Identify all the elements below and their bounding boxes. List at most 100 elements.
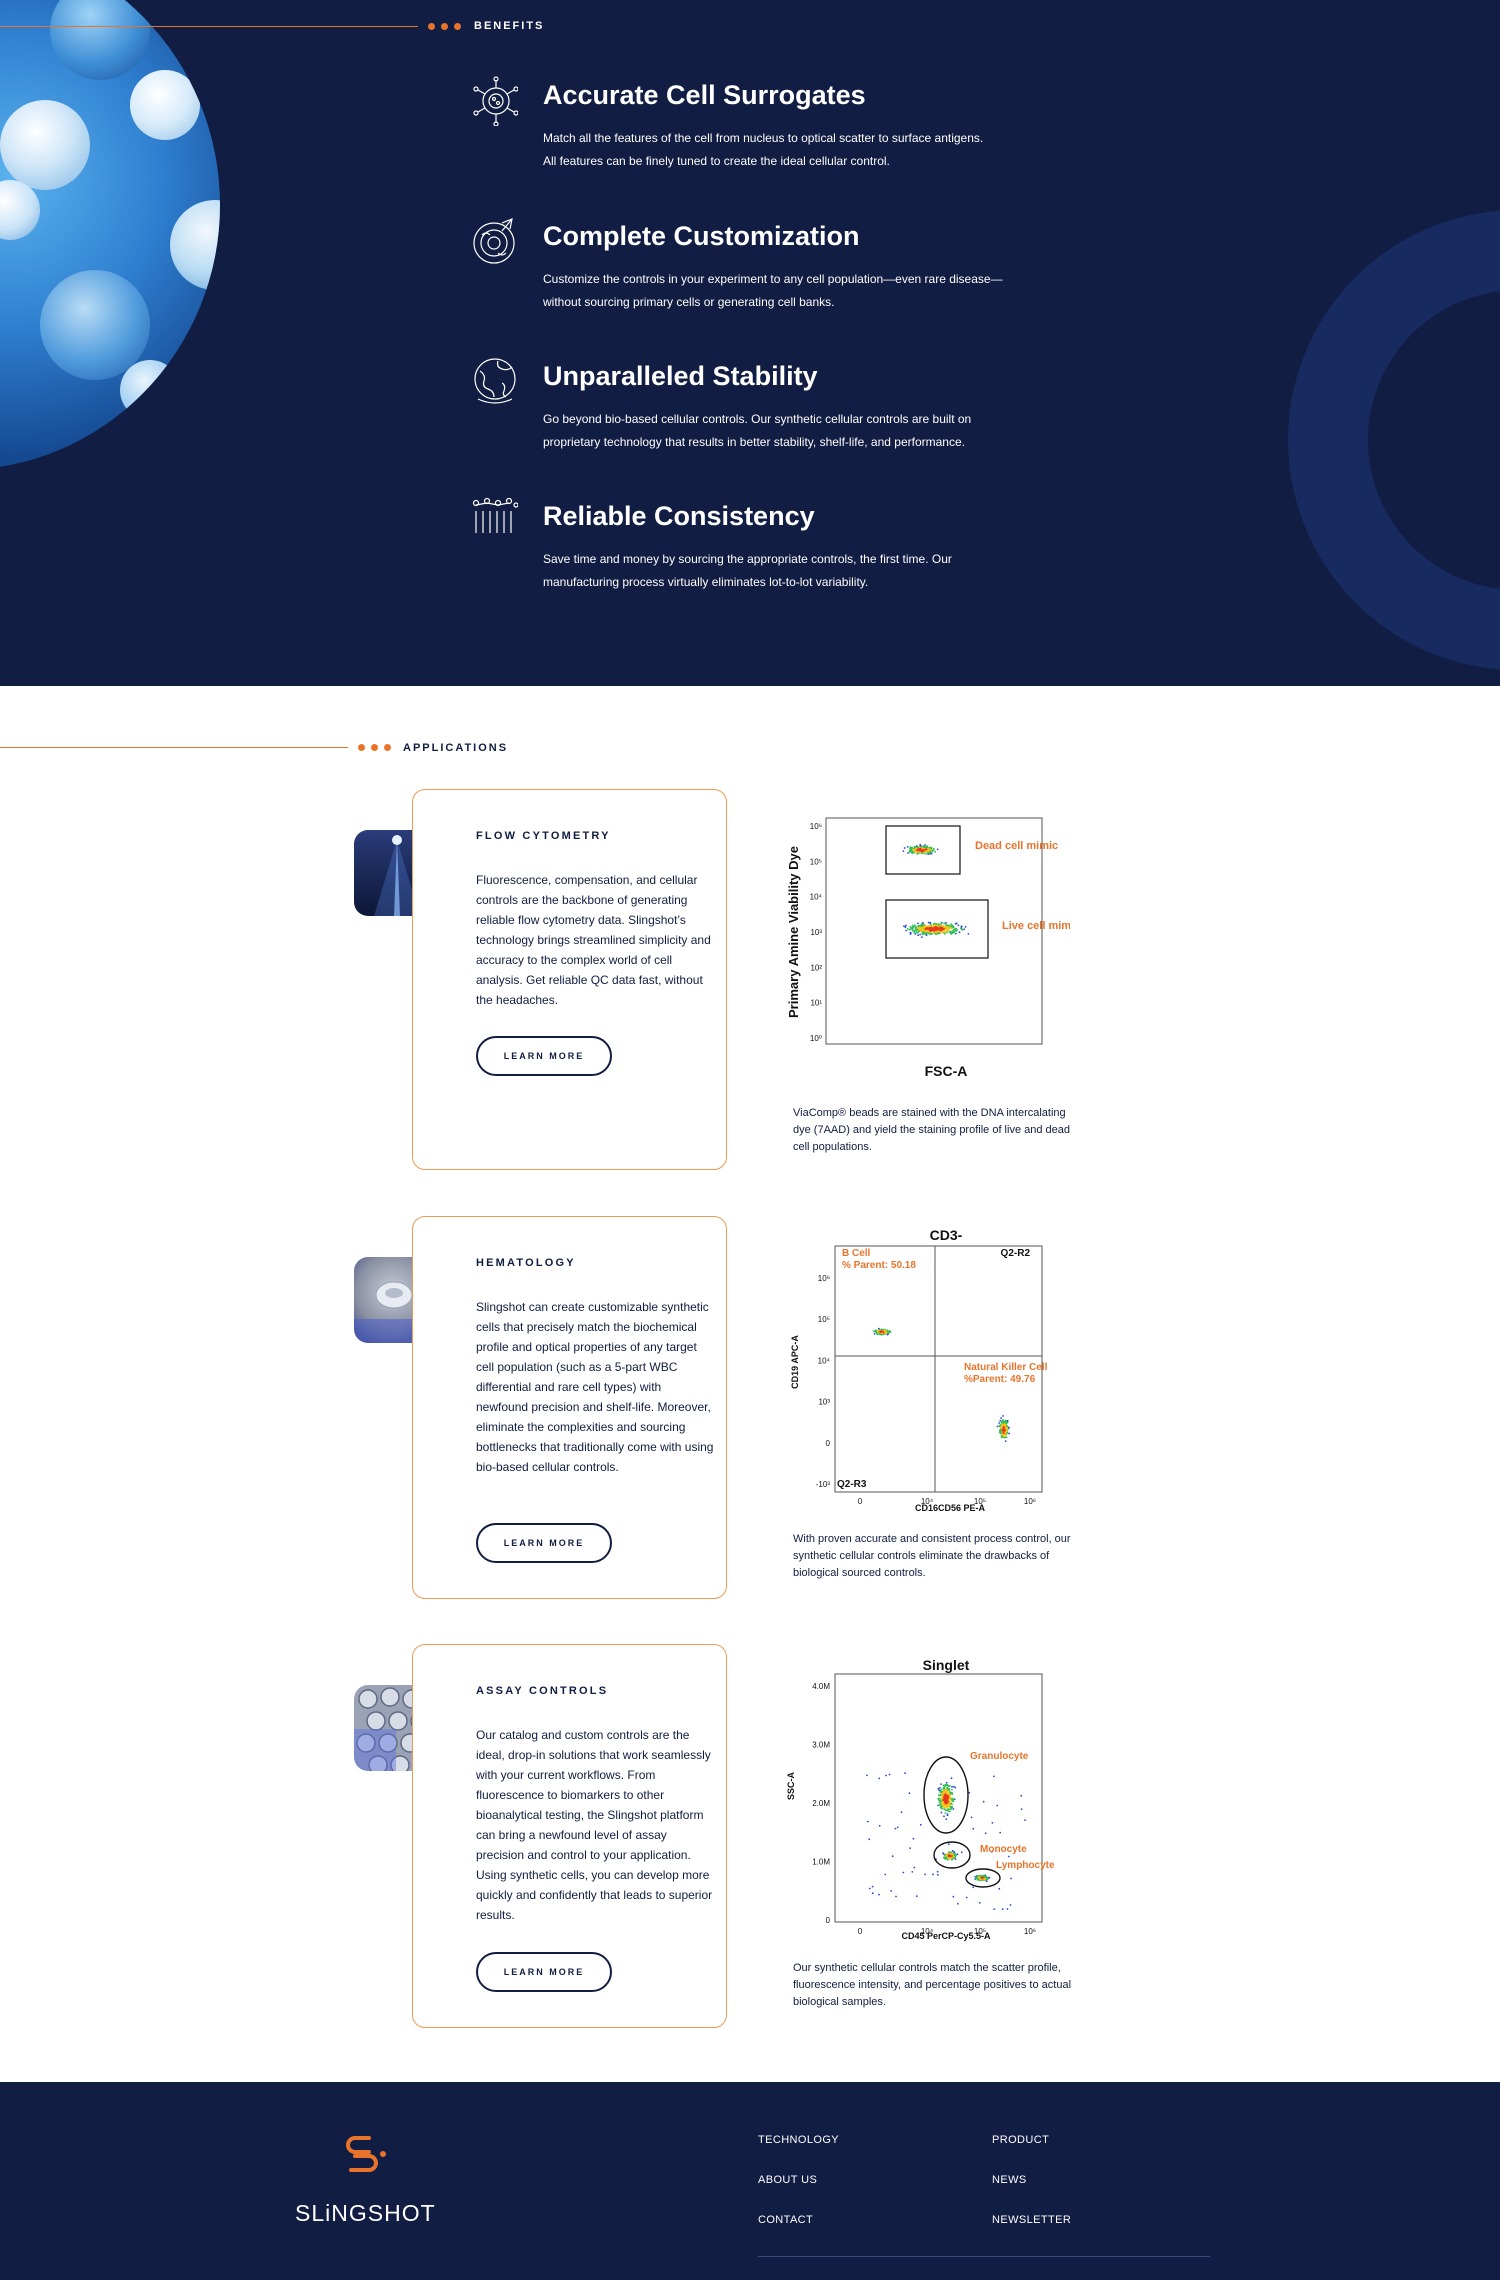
live-cell-event-dot [943,922,945,925]
granulocyte-event-dot [948,1799,951,1802]
learn-more-button[interactable]: LEARN MORE [476,1952,612,1992]
granulocyte-event-dot [940,1788,943,1790]
debris-event-dot [919,1824,922,1826]
dead-cell-event-dot [903,847,906,849]
granulocyte-event-dot [953,1797,955,1800]
granulocyte-event-dot [943,1815,945,1818]
granulocyte-event-dot [947,1803,950,1806]
monocyte-event-dot [951,1853,953,1856]
live-cell-event-dot [928,931,931,934]
dead-cell-event-dot [919,848,921,851]
live-cell-event-dot [928,929,931,932]
live-cell-event-dot [964,926,967,928]
y-axis-label: CD19 APC-A [790,1335,800,1389]
live-cell-event-dot [905,929,907,932]
debris-event-dot [972,1886,975,1889]
debris-event-dot [1010,1877,1012,1880]
live-cell-event-dot [952,926,955,928]
live-cell-event-dot [914,927,917,929]
nk-cell-event-dot [1000,1435,1003,1438]
card-description: Slingshot can create customizable synthe… [476,1300,714,1474]
lymphocyte-event-dot [988,1876,991,1879]
lymphocyte-event-dot [981,1875,984,1878]
live-cell-event-dot [905,924,907,927]
granulocyte-event-dot [940,1783,942,1785]
live-cell-event-dot [942,931,945,933]
live-cell-event-dot [945,921,947,924]
b-cell-event-dot [877,1331,880,1334]
live-cell-event-dot [954,922,957,925]
dead-cell-event-dot [930,849,933,851]
granulocyte-event-dot [940,1811,943,1814]
debris-event-dot [937,1873,939,1876]
debris-event-dot [1020,1808,1023,1810]
footer-link-product[interactable]: PRODUCT [992,2134,1049,2146]
live-cell-event-dot [938,924,940,926]
granulocyte-event-dot [943,1806,946,1809]
dead-cell-event-dot [914,848,917,851]
granulocyte-event-dot [944,1812,947,1815]
nk-cell-event-dot [1000,1426,1003,1429]
granulocyte-event-dot [940,1792,943,1795]
learn-more-button[interactable]: LEARN MORE [476,1036,612,1076]
granulocyte-event-dot [945,1818,948,1820]
card-description: Our catalog and custom controls are the … [476,1728,713,1922]
nk-cell-event-dot [1004,1422,1007,1424]
live-cell-event-dot [924,927,927,930]
granulocyte-event-dot [947,1793,949,1795]
granulocyte-event-dot [948,1787,950,1790]
debris-event-dot [998,1887,1001,1890]
benefit-description: Customize the controls in your experimen… [543,272,1003,309]
nk-cell-event-dot [999,1419,1002,1422]
dead-cell-event-dot [911,848,914,851]
granulocyte-event-dot [947,1809,949,1812]
nk-cell-event-dot [1008,1426,1010,1429]
y-tick-label: 2.0M [812,1799,830,1808]
live-cell-event-dot [935,923,938,925]
live-cell-event-dot [913,931,915,933]
footer-link-newsletter[interactable]: NEWSLETTER [992,2214,1071,2226]
nk-cell-event-dot [998,1422,1000,1424]
debris-event-dot [894,1827,897,1830]
granulocyte-event-dot [947,1808,949,1810]
footer-link-technology[interactable]: TECHNOLOGY [758,2134,839,2146]
live-cell-event-dot [911,928,914,931]
footer-link-contact[interactable]: CONTACT [758,2214,813,2226]
live-cell-event-dot [944,929,946,931]
brand-wordmark: SLiNGSHOT [295,2200,436,2226]
chart-title: CD3- [930,1227,963,1243]
live-cell-event-dot [941,927,943,930]
live-cell-event-dot [957,924,960,927]
singlet-scatter-chart: Singlet 4.0M3.0M2.0M1.0M0 0 10⁴ 10⁵ 10⁶ SSC… [786,1657,1055,1941]
live-cell-event-dot [930,925,932,927]
b-cell-event-dot [878,1333,881,1335]
footer-link-about-us[interactable]: ABOUT US [758,2174,817,2186]
debris-event-dot [1008,1855,1010,1858]
live-cell-event-dot [950,925,953,928]
live-cell-event-dot [918,924,921,927]
live-cell-event-dot [938,928,941,931]
live-cell-event-dot [967,933,970,935]
benefit-title: Unparalleled Stability [543,361,818,391]
debris-event-dot [999,1831,1002,1834]
learn-more-button[interactable]: LEARN MORE [476,1523,612,1563]
debris-event-dot [912,1837,915,1840]
card-title: FLOW CYTOMETRY [476,830,611,842]
monocyte-event-dot [956,1853,959,1855]
x-axis-label: CD16CD56 PE-A [915,1503,986,1513]
flow-cytometry-card: FLOW CYTOMETRY Fluorescence, compensatio… [412,789,727,1170]
population-label-monocyte: Monocyte [980,1844,1027,1855]
dead-cell-event-dot [913,851,915,854]
granulocyte-event-dot [939,1797,941,1800]
live-cell-event-dot [919,927,922,929]
quadrant-label-nk-cell: Natural Killer Cell [964,1362,1048,1373]
live-cell-event-dot [925,934,928,936]
dead-cell-event-dot [916,852,919,855]
live-cell-event-dot [922,933,925,935]
footer-link-news[interactable]: NEWS [992,2174,1027,2186]
benefit-description: Match all the features of the cell from … [543,131,984,168]
live-cell-event-dot [955,932,957,935]
y-tick-label: 10⁰ [810,1034,822,1043]
debris-event-dot [866,1820,869,1823]
live-cell-event-dot [960,925,963,928]
